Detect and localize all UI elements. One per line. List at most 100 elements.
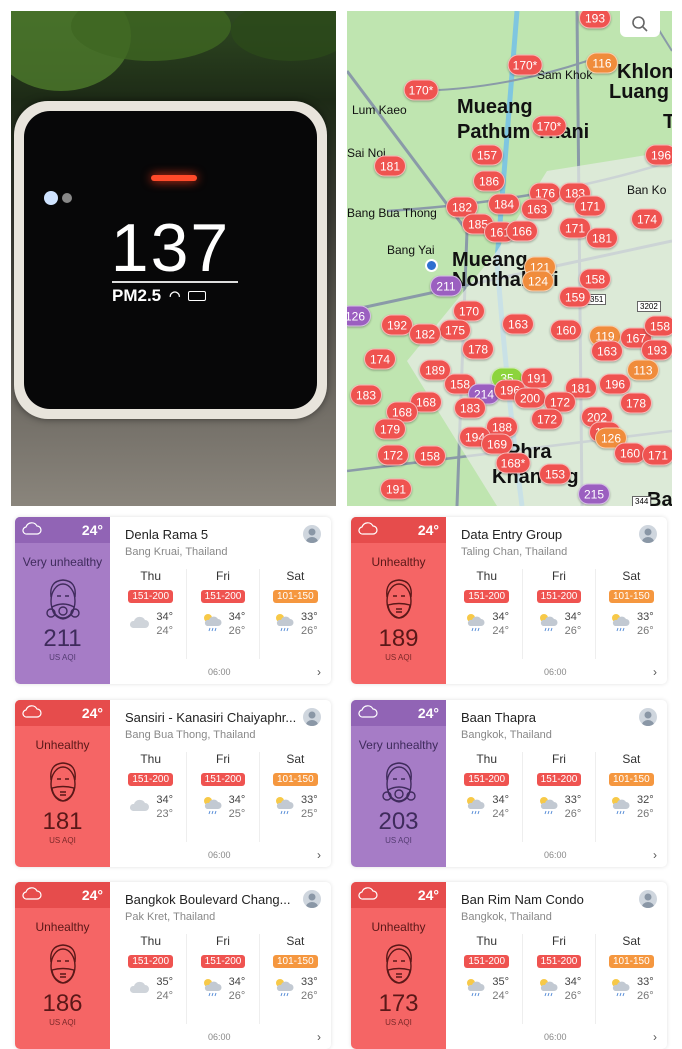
mask-face-icon bbox=[49, 762, 76, 802]
current-temp: 24° bbox=[81, 705, 103, 721]
forecast-row: Thu 151-200 34° 24° Fri 151-200 33° 26° Sa… bbox=[451, 752, 667, 842]
aqi-station-marker[interactable]: 178 bbox=[620, 392, 652, 414]
chevron-right-icon[interactable]: › bbox=[653, 665, 657, 679]
forecast-high: 34° bbox=[564, 611, 582, 623]
pm-reading: 137 bbox=[110, 210, 231, 286]
forecast-row: Thu 151-200 34° 23° Fri 151-200 34° 25° Sa… bbox=[115, 752, 331, 842]
aqi-station-marker[interactable]: 170* bbox=[403, 79, 439, 101]
station-card[interactable]: 24° Unhealthy 181 US AQI Sansiri - Kanas… bbox=[15, 700, 331, 867]
sun-rain-icon bbox=[609, 977, 631, 1002]
forecast-aqi-range-badge: 101-150 bbox=[608, 955, 654, 968]
aqi-station-marker[interactable]: 113 bbox=[627, 359, 659, 381]
aqi-station-marker[interactable]: 160 bbox=[550, 319, 582, 341]
respirator-face-icon bbox=[45, 579, 80, 620]
aqi-station-marker[interactable]: 182 bbox=[409, 323, 441, 345]
aqi-station-marker[interactable]: 181 bbox=[374, 155, 406, 177]
aqi-station-marker[interactable]: 175 bbox=[439, 319, 471, 341]
aqi-station-marker[interactable]: 183 bbox=[350, 384, 382, 406]
cloud-icon bbox=[358, 705, 378, 721]
chevron-right-icon[interactable]: › bbox=[317, 1030, 321, 1044]
aqi-station-marker[interactable]: 181 bbox=[586, 227, 618, 249]
aqi-station-marker[interactable]: 170* bbox=[507, 54, 543, 76]
aqi-station-marker[interactable]: 171 bbox=[642, 444, 672, 466]
forecast-high: 33° bbox=[301, 794, 318, 806]
air-monitor-photo: 137 PM2.5 ◠ bbox=[11, 11, 336, 506]
aqi-station-marker[interactable]: 158 bbox=[644, 315, 672, 337]
chevron-right-icon[interactable]: › bbox=[653, 848, 657, 862]
aqi-station-marker[interactable]: 196 bbox=[645, 144, 672, 166]
aqi-station-marker[interactable]: 126 bbox=[347, 305, 371, 327]
aqi-station-marker[interactable]: 174 bbox=[631, 208, 663, 230]
aqi-station-marker[interactable]: 170* bbox=[531, 115, 567, 137]
aqi-station-marker[interactable]: 193 bbox=[579, 11, 611, 29]
aqi-station-marker[interactable]: 163 bbox=[591, 340, 623, 362]
aqi-station-marker[interactable]: 215 bbox=[578, 483, 610, 505]
aqi-station-marker[interactable]: 211 bbox=[430, 275, 462, 297]
forecast-high: 33° bbox=[301, 976, 318, 988]
aqi-station-marker[interactable]: 184 bbox=[488, 193, 520, 215]
aqi-station-marker[interactable]: 169 bbox=[481, 433, 513, 455]
forecast-day-name: Fri bbox=[215, 934, 230, 948]
aqi-station-marker[interactable]: 153 bbox=[539, 463, 571, 485]
current-temp: 24° bbox=[81, 522, 103, 538]
forecast-low: 26° bbox=[564, 990, 582, 1002]
aqi-station-marker[interactable]: 172 bbox=[531, 408, 563, 430]
aqi-station-marker[interactable]: 166 bbox=[506, 220, 538, 242]
aqi-unit: US AQI bbox=[49, 653, 76, 662]
aqi-station-marker[interactable]: 191 bbox=[521, 367, 553, 389]
forecast-day-name: Thu bbox=[476, 934, 497, 948]
forecast-day-name: Thu bbox=[476, 569, 497, 583]
cloud-icon bbox=[128, 614, 150, 635]
station-name: Baan Thapra bbox=[461, 710, 536, 725]
aqi-station-marker[interactable]: 158 bbox=[414, 445, 446, 467]
station-location: Taling Chan, Thailand bbox=[461, 546, 568, 558]
aqi-station-marker[interactable]: 183 bbox=[454, 397, 486, 419]
station-card[interactable]: 24° Unhealthy 189 US AQI Data Entry Grou… bbox=[351, 517, 667, 684]
cloud-icon bbox=[22, 522, 42, 538]
chevron-right-icon[interactable]: › bbox=[653, 1030, 657, 1044]
aqi-station-marker[interactable]: 170 bbox=[453, 300, 485, 322]
forecast-day-name: Sat bbox=[622, 752, 641, 766]
forecast-day-name: Thu bbox=[140, 934, 161, 948]
aqi-station-marker[interactable]: 168* bbox=[495, 452, 531, 474]
aqi-station-marker[interactable]: 191 bbox=[380, 478, 412, 500]
map-place-label: Luang bbox=[609, 81, 669, 103]
aqi-station-marker[interactable]: 179 bbox=[374, 418, 406, 440]
aqi-station-marker[interactable]: 196 bbox=[599, 373, 631, 395]
update-time: 06:00 bbox=[544, 850, 567, 860]
aqi-station-marker[interactable]: 172 bbox=[377, 444, 409, 466]
aqi-station-marker[interactable]: 159 bbox=[559, 286, 591, 308]
forecast-day: Thu 151-200 35° 24° bbox=[451, 934, 524, 1024]
forecast-day: Fri 151-200 33° 26° bbox=[523, 752, 596, 842]
forecast-aqi-range-badge: 101-150 bbox=[608, 773, 654, 786]
forecast-aqi-range-badge: 101-150 bbox=[272, 955, 318, 968]
search-icon bbox=[632, 16, 648, 32]
aqi-station-marker[interactable]: 157 bbox=[471, 144, 503, 166]
map-search-button[interactable] bbox=[620, 11, 660, 37]
aqi-station-marker[interactable]: 186 bbox=[473, 170, 505, 192]
aqi-station-marker[interactable]: 124 bbox=[522, 270, 554, 292]
aqi-station-marker[interactable]: 163 bbox=[521, 198, 553, 220]
forecast-high: 33° bbox=[301, 611, 318, 623]
aqi-station-marker[interactable]: 171 bbox=[574, 195, 606, 217]
aqi-station-marker[interactable]: 174 bbox=[364, 348, 396, 370]
aqi-station-marker[interactable]: 193 bbox=[641, 339, 672, 361]
station-card[interactable]: 24° Very unhealthy 211 US AQI Denla Rama… bbox=[15, 517, 331, 684]
aqi-station-marker[interactable]: 200 bbox=[514, 387, 546, 409]
forecast-day-name: Fri bbox=[215, 752, 230, 766]
update-time: 06:00 bbox=[208, 667, 231, 677]
avatar bbox=[303, 708, 321, 726]
aqi-station-marker[interactable]: 163 bbox=[502, 313, 534, 335]
aqi-map[interactable]: Mueang Pathum Thani Lum Kaeo Sai Noi Sam Kho… bbox=[347, 11, 672, 506]
avatar bbox=[303, 525, 321, 543]
chevron-right-icon[interactable]: › bbox=[317, 665, 321, 679]
station-name: Ban Rim Nam Condo bbox=[461, 892, 584, 907]
aqi-station-marker[interactable]: 116 bbox=[586, 52, 618, 74]
forecast-high: 33° bbox=[637, 976, 654, 988]
forecast-day: Fri 151-200 34° 26° bbox=[523, 934, 596, 1024]
aqi-station-marker[interactable]: 178 bbox=[462, 338, 494, 360]
station-card[interactable]: 24° Very unhealthy 203 US AQI Baan Thapr… bbox=[351, 700, 667, 867]
mask-face-icon bbox=[49, 944, 76, 984]
chevron-right-icon[interactable]: › bbox=[317, 848, 321, 862]
battery-icon bbox=[188, 291, 207, 301]
